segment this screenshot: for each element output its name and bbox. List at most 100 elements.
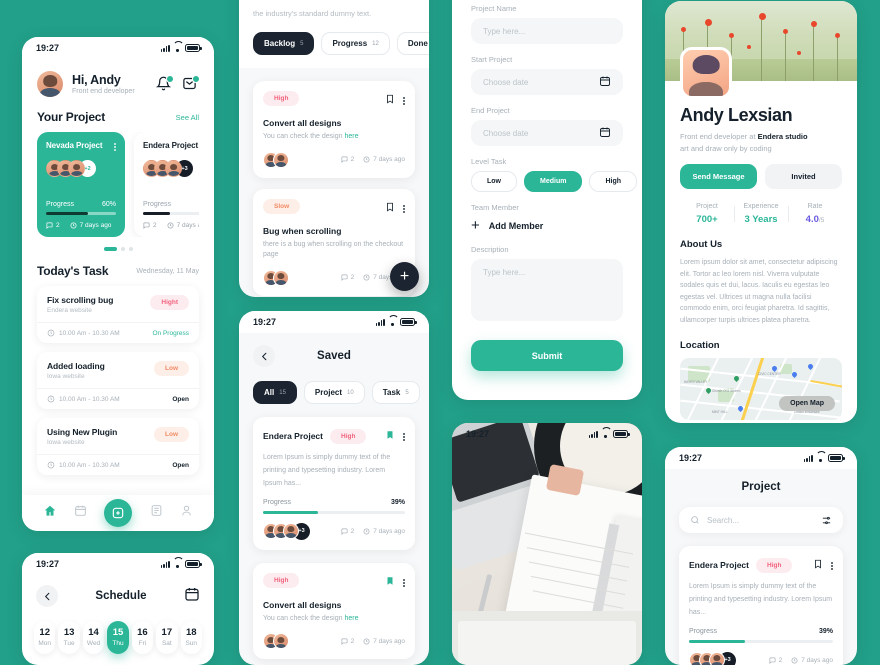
open-map-button[interactable]: Open Map (779, 396, 835, 412)
battery-icon (185, 44, 202, 52)
board-tabs[interactable]: Backlog 5 Progress 12 Done 3 (253, 32, 429, 56)
project-card[interactable]: Endera Project High Lorem Ipsum is simpl… (679, 546, 843, 665)
status-time: 19:27 (36, 43, 60, 53)
card-link[interactable]: here (344, 615, 358, 622)
today-task-header: Today's Task Wednesday, 11 May (37, 264, 199, 278)
status-icons (803, 454, 845, 462)
nav-add-button[interactable] (104, 499, 133, 527)
calendar-icon[interactable] (599, 126, 611, 140)
chip-task[interactable]: Task 5 (371, 381, 420, 404)
day-chip[interactable]: 12 Mon (34, 621, 56, 654)
stat-project: Project 700+ (696, 203, 718, 225)
phone-photo-splash: 19:27 (452, 423, 642, 665)
level-low[interactable]: Low (471, 171, 517, 192)
chip-project[interactable]: Project 10 (303, 381, 365, 404)
day-selector[interactable]: 12 Mon 13 Tue 14 Wed 15 Thu 16 Fri 17 Sat 18 Su… (22, 607, 214, 654)
progress-value: 60% (101, 201, 116, 208)
invited-button[interactable]: Invited (765, 164, 842, 189)
saved-card[interactable]: Endera Project High Lorem Ipsum is simpl… (253, 417, 415, 550)
more-icon[interactable] (114, 141, 116, 152)
day-chip[interactable]: 13 Tue (58, 621, 80, 654)
profile-actions[interactable]: Send Message Invited (680, 164, 842, 189)
tab-backlog[interactable]: Backlog 5 (253, 32, 315, 56)
add-member-button[interactable]: + Add Member (471, 217, 623, 234)
location-map[interactable]: HAYES VALLEY CIVIC CENTER MINT HILL Chur… (680, 358, 842, 421)
more-icon[interactable] (831, 560, 833, 571)
day-chip-selected[interactable]: 15 Thu (107, 621, 129, 654)
status-bar: 19:27 (665, 447, 857, 469)
bookmark-filled-icon[interactable] (385, 427, 395, 445)
progress-bar (143, 212, 199, 215)
battery-icon (185, 560, 202, 568)
avatar (165, 160, 182, 178)
wifi-icon (173, 44, 182, 52)
status-time: 19:27 (253, 317, 277, 327)
back-icon[interactable] (36, 585, 58, 607)
more-icon[interactable] (403, 577, 405, 587)
carousel-dots[interactable] (37, 247, 199, 251)
search-input[interactable]: Search... (679, 507, 843, 533)
add-task-fab[interactable]: + (390, 262, 419, 291)
nav-profile-icon[interactable] (180, 504, 193, 522)
project-card[interactable]: Nevada Project +2 Progress 60% 2 7 days … (37, 132, 125, 237)
submit-button[interactable]: Submit (471, 340, 623, 371)
bottom-navigation[interactable] (22, 495, 214, 531)
avatar-stack (263, 151, 289, 168)
nav-notes-icon[interactable] (150, 504, 163, 522)
description-textarea[interactable]: Type here... (471, 259, 623, 321)
start-date-placeholder: Choose date (483, 77, 529, 87)
bookmark-icon[interactable] (385, 91, 395, 109)
filter-icon[interactable] (821, 515, 832, 526)
bookmark-icon[interactable] (385, 199, 395, 217)
avatar (273, 633, 289, 650)
task-subtitle: Endera website (47, 307, 92, 314)
task-row[interactable]: Added loading Iowa website Low 10.00 Am … (37, 352, 199, 409)
bookmark-filled-icon[interactable] (385, 573, 395, 591)
tab-progress[interactable]: Progress 12 (321, 32, 390, 56)
chip-all[interactable]: All 15 (253, 381, 297, 404)
saved-filter-chips[interactable]: All 15 Project 10 Task 5 (239, 367, 429, 404)
section-title: Your Project (37, 110, 106, 124)
profile-role: Front end developer at Endera studio (680, 132, 808, 141)
task-row[interactable]: Using New Plugin Iowa website Low 10.00 … (37, 418, 199, 475)
plus-icon: + (471, 217, 480, 234)
day-chip[interactable]: 14 Wed (82, 621, 105, 654)
more-icon[interactable] (403, 431, 405, 442)
project-card[interactable]: Endera Project +3 Progress 39% (134, 132, 199, 237)
avatar[interactable] (37, 71, 63, 97)
day-chip[interactable]: 16 Fri (131, 621, 154, 654)
day-chip[interactable]: 18 Sun (180, 621, 202, 654)
message-icon[interactable] (182, 74, 200, 93)
battery-icon (400, 318, 417, 326)
location-title: Location (680, 340, 720, 352)
level-medium[interactable]: Medium (524, 171, 583, 192)
saved-card[interactable]: High Convert all designs You can check t… (253, 562, 415, 660)
tab-done[interactable]: Done 3 (396, 32, 429, 56)
more-icon[interactable] (403, 203, 405, 213)
nav-calendar-icon[interactable] (74, 504, 87, 522)
task-time: 10.00 Am - 10.30 AM (47, 395, 120, 403)
task-row[interactable]: Fix scrolling bug Endera website Hight 1… (37, 286, 199, 343)
card-link[interactable]: here (344, 133, 358, 140)
team-member-label: Team Member (471, 203, 519, 212)
nav-home-icon[interactable] (43, 504, 57, 523)
greeting-role: Front end developer (72, 88, 135, 95)
level-task-options[interactable]: Low Medium High (471, 171, 638, 192)
day-chip[interactable]: 17 Sat (156, 621, 178, 654)
card-description: Lorem Ipsum is simply dummy text of the … (263, 454, 391, 487)
start-date-input[interactable]: Choose date (471, 69, 623, 95)
bell-icon[interactable] (155, 74, 174, 93)
end-date-input[interactable]: Choose date (471, 120, 623, 146)
see-all-link[interactable]: See All (176, 113, 199, 122)
calendar-icon[interactable] (184, 586, 200, 607)
send-message-button[interactable]: Send Message (680, 164, 757, 189)
bookmark-icon[interactable] (813, 556, 823, 574)
level-high[interactable]: High (589, 171, 638, 192)
project-carousel[interactable]: Nevada Project +2 Progress 60% 2 7 days … (37, 132, 199, 237)
project-name-input[interactable]: Type here... (471, 18, 623, 44)
more-icon[interactable] (403, 95, 405, 106)
stat-rate: Rate 4.0/5 (788, 203, 842, 225)
task-subtitle: Iowa website (47, 373, 85, 380)
calendar-icon[interactable] (599, 75, 611, 89)
board-card[interactable]: High Convert all designs You can check t… (253, 81, 415, 178)
